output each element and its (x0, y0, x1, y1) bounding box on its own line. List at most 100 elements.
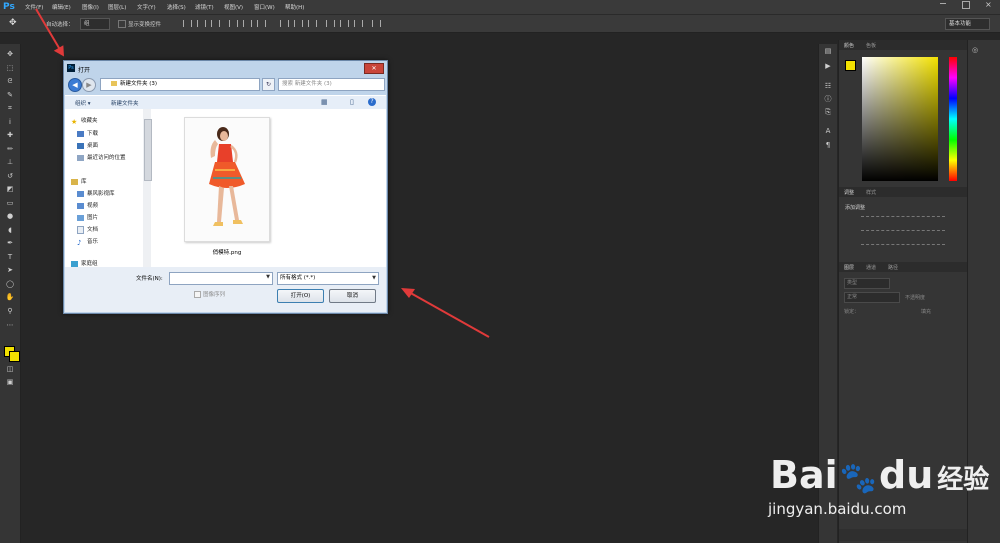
menu-filter[interactable]: 滤镜(T) (195, 3, 214, 11)
distribute-vcenter-icon[interactable] (294, 20, 303, 27)
gradient-icon[interactable]: ▭ (5, 198, 15, 208)
nav-favorites[interactable]: ★ 收藏夹 (71, 116, 98, 126)
maximize-icon[interactable] (962, 1, 970, 9)
view-options-icon[interactable]: ▦ (321, 98, 328, 106)
tab-layers[interactable]: 图层 (844, 264, 854, 271)
image-sequence-checkbox[interactable]: 图像序列 (194, 290, 225, 298)
menu-help[interactable]: 帮助(H) (285, 3, 304, 11)
nav-homegroup[interactable]: 家庭组 (71, 259, 98, 267)
file-name-label[interactable]: 俏模特.png (184, 248, 270, 256)
marquee-icon[interactable]: ⬚ (5, 63, 15, 73)
nav-music[interactable]: ♪ 音乐 (77, 237, 98, 247)
nav-downloads[interactable]: 下载 (77, 129, 98, 137)
zoom-icon[interactable]: ⚲ (5, 306, 15, 316)
stamp-icon[interactable]: ⊥ (5, 157, 15, 167)
eyedropper-icon[interactable]: ⅰ (5, 117, 15, 127)
hue-slider[interactable] (949, 57, 957, 181)
distribute-left-icon[interactable] (326, 20, 335, 27)
format-select[interactable]: 所有格式 (*.*) ▼ (277, 272, 379, 285)
lasso-icon[interactable]: ᘓ (5, 76, 15, 86)
dialog-close-button[interactable]: ✕ (364, 63, 384, 74)
adjustment-icons-row-1[interactable] (861, 216, 945, 224)
adjustment-icons-row-2[interactable] (861, 230, 945, 238)
layer-kind-filter[interactable]: 类型 (844, 278, 890, 289)
file-thumbnail[interactable] (184, 117, 270, 242)
auto-align-icon[interactable] (372, 20, 381, 27)
auto-select-dropdown[interactable]: 组 (80, 18, 110, 30)
nav-scrollbar[interactable] (143, 109, 152, 267)
tab-styles[interactable]: 样式 (866, 189, 876, 196)
history-panel-icon[interactable]: ▤ (823, 46, 833, 56)
nav-libraries[interactable]: 库 (71, 177, 87, 185)
distribute-hcenter-icon[interactable] (340, 20, 349, 27)
nav-recent[interactable]: 最近访问的位置 (77, 153, 126, 161)
brush-panel-icon[interactable]: ⎘ (823, 107, 833, 117)
menu-image[interactable]: 图像(I) (82, 3, 99, 11)
tab-swatches[interactable]: 色板 (866, 42, 876, 49)
filename-dropdown-icon[interactable]: ▼ (266, 274, 270, 280)
more-tools-icon[interactable]: ⋯ (5, 320, 15, 330)
actions-panel-icon[interactable]: ▶ (823, 61, 833, 71)
quick-select-icon[interactable]: ✎ (5, 90, 15, 100)
address-bar[interactable]: 新建文件夹 (3) (100, 78, 260, 91)
nav-pictures[interactable]: 图片 (77, 213, 98, 221)
healing-icon[interactable]: ✚ (5, 130, 15, 140)
distribute-bottom-icon[interactable] (308, 20, 317, 27)
dodge-icon[interactable]: ◖ (5, 225, 15, 235)
crop-icon[interactable]: ⌗ (5, 103, 15, 113)
blur-icon[interactable]: ● (5, 211, 15, 221)
cancel-button[interactable]: 取消 (329, 289, 376, 303)
move-tool-icon[interactable]: ✥ (9, 18, 17, 28)
tab-paths[interactable]: 路径 (888, 264, 898, 271)
close-icon[interactable]: × (985, 0, 992, 9)
help-icon[interactable]: ? (368, 98, 376, 106)
tab-channels[interactable]: 通道 (866, 264, 876, 271)
blend-mode-dropdown[interactable]: 正常 (844, 292, 900, 303)
menu-window[interactable]: 窗口(W) (254, 3, 275, 11)
path-select-icon[interactable]: ➤ (5, 265, 15, 275)
adjustment-icons-row-3[interactable] (861, 244, 945, 252)
nav-baofeng[interactable]: 暴风影视库 (77, 189, 115, 197)
distribute-right-icon[interactable] (354, 20, 363, 27)
forward-button[interactable]: ▶ (82, 78, 96, 92)
align-right-icon[interactable] (257, 20, 266, 27)
background-color-swatch[interactable] (9, 351, 20, 362)
align-top-icon[interactable] (183, 20, 192, 27)
filename-input[interactable]: ▼ (169, 272, 273, 285)
paragraph-panel-icon[interactable]: ¶ (823, 140, 833, 150)
tab-adjustments[interactable]: 调整 (844, 189, 854, 196)
menu-select[interactable]: 选择(S) (167, 3, 186, 11)
pen-icon[interactable]: ✒ (5, 238, 15, 248)
menu-layer[interactable]: 图层(L) (108, 3, 126, 11)
show-transform-checkbox[interactable] (118, 20, 126, 28)
hand-icon[interactable]: ✋ (5, 292, 15, 302)
preview-pane-icon[interactable]: ▯ (350, 98, 354, 106)
workspace-switcher[interactable]: 基本功能 (945, 18, 990, 30)
shape-icon[interactable]: ◯ (5, 279, 15, 289)
align-bottom-icon[interactable] (211, 20, 220, 27)
eraser-icon[interactable]: ◩ (5, 184, 15, 194)
new-folder-button[interactable]: 新建文件夹 (111, 99, 139, 107)
history-brush-icon[interactable]: ↺ (5, 171, 15, 181)
libraries-icon[interactable]: ◎ (972, 46, 978, 54)
align-hcenter-icon[interactable] (243, 20, 252, 27)
quick-mask-icon[interactable]: ◫ (5, 364, 15, 374)
brush-icon[interactable]: ✏ (5, 144, 15, 154)
nav-videos[interactable]: 视频 (77, 201, 98, 209)
back-button[interactable]: ◀ (68, 78, 82, 92)
open-button[interactable]: 打开(O) (277, 289, 324, 303)
nav-desktop[interactable]: 桌面 (77, 141, 98, 149)
info-panel-icon[interactable]: ⓘ (823, 94, 833, 104)
menu-view[interactable]: 视图(V) (224, 3, 243, 11)
minimize-icon[interactable] (940, 3, 946, 4)
tab-color[interactable]: 颜色 (844, 42, 854, 49)
type-icon[interactable]: T (5, 252, 15, 262)
screen-mode-icon[interactable]: ▣ (5, 377, 15, 387)
character-panel-icon[interactable]: A (823, 126, 833, 136)
move-icon[interactable]: ✥ (5, 49, 15, 59)
properties-panel-icon[interactable]: ☷ (823, 81, 833, 91)
search-input[interactable]: 搜索 新建文件夹 (3) (278, 78, 385, 91)
align-left-icon[interactable] (229, 20, 238, 27)
align-vcenter-icon[interactable] (197, 20, 206, 27)
nav-documents[interactable]: 文档 (77, 225, 98, 234)
